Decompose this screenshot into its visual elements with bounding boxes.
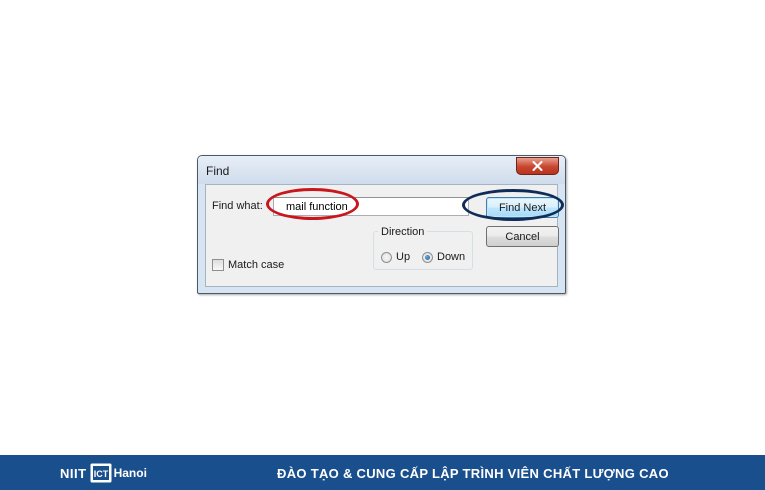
ict-logo-icon: ICT	[90, 463, 112, 483]
close-icon	[532, 161, 543, 171]
footer-banner: NIIT ICT Hanoi ĐÀO TẠO & CUNG CẤP LẬP TR…	[0, 455, 765, 490]
match-case-option[interactable]: Match case	[212, 259, 284, 271]
footer-tagline: ĐÀO TẠO & CUNG CẤP LẬP TRÌNH VIÊN CHẤT L…	[277, 466, 669, 481]
page: Find Find what: Find Next Cancel Directi…	[0, 0, 765, 490]
cancel-button[interactable]: Cancel	[486, 226, 559, 247]
find-what-label: Find what:	[212, 200, 263, 212]
direction-up-label: Up	[396, 251, 411, 263]
find-dialog: Find Find what: Find Next Cancel Directi…	[197, 155, 566, 294]
dialog-body: Find what: Find Next Cancel Direction Up…	[205, 184, 559, 287]
find-next-button[interactable]: Find Next	[486, 197, 559, 218]
direction-up-option[interactable]: Up	[381, 251, 410, 263]
niit-logo: NIIT ICT Hanoi	[60, 462, 147, 484]
logo-mark-text: ICT	[93, 469, 108, 479]
close-button[interactable]	[516, 157, 559, 175]
direction-legend: Direction	[378, 226, 428, 238]
direction-down-radio[interactable]	[422, 251, 433, 263]
dialog-title: Find	[206, 164, 230, 178]
match-case-label: Match case	[228, 259, 285, 271]
match-case-checkbox[interactable]	[212, 259, 224, 271]
logo-city-text: Hanoi	[113, 466, 147, 480]
dialog-titlebar[interactable]: Find	[198, 156, 565, 184]
direction-up-radio[interactable]	[381, 251, 392, 263]
direction-down-option[interactable]: Down	[422, 251, 465, 263]
find-what-input[interactable]	[273, 197, 469, 216]
direction-down-label: Down	[437, 251, 466, 263]
logo-niit-text: NIIT	[60, 465, 87, 481]
direction-group: Direction Up Down	[373, 226, 473, 270]
